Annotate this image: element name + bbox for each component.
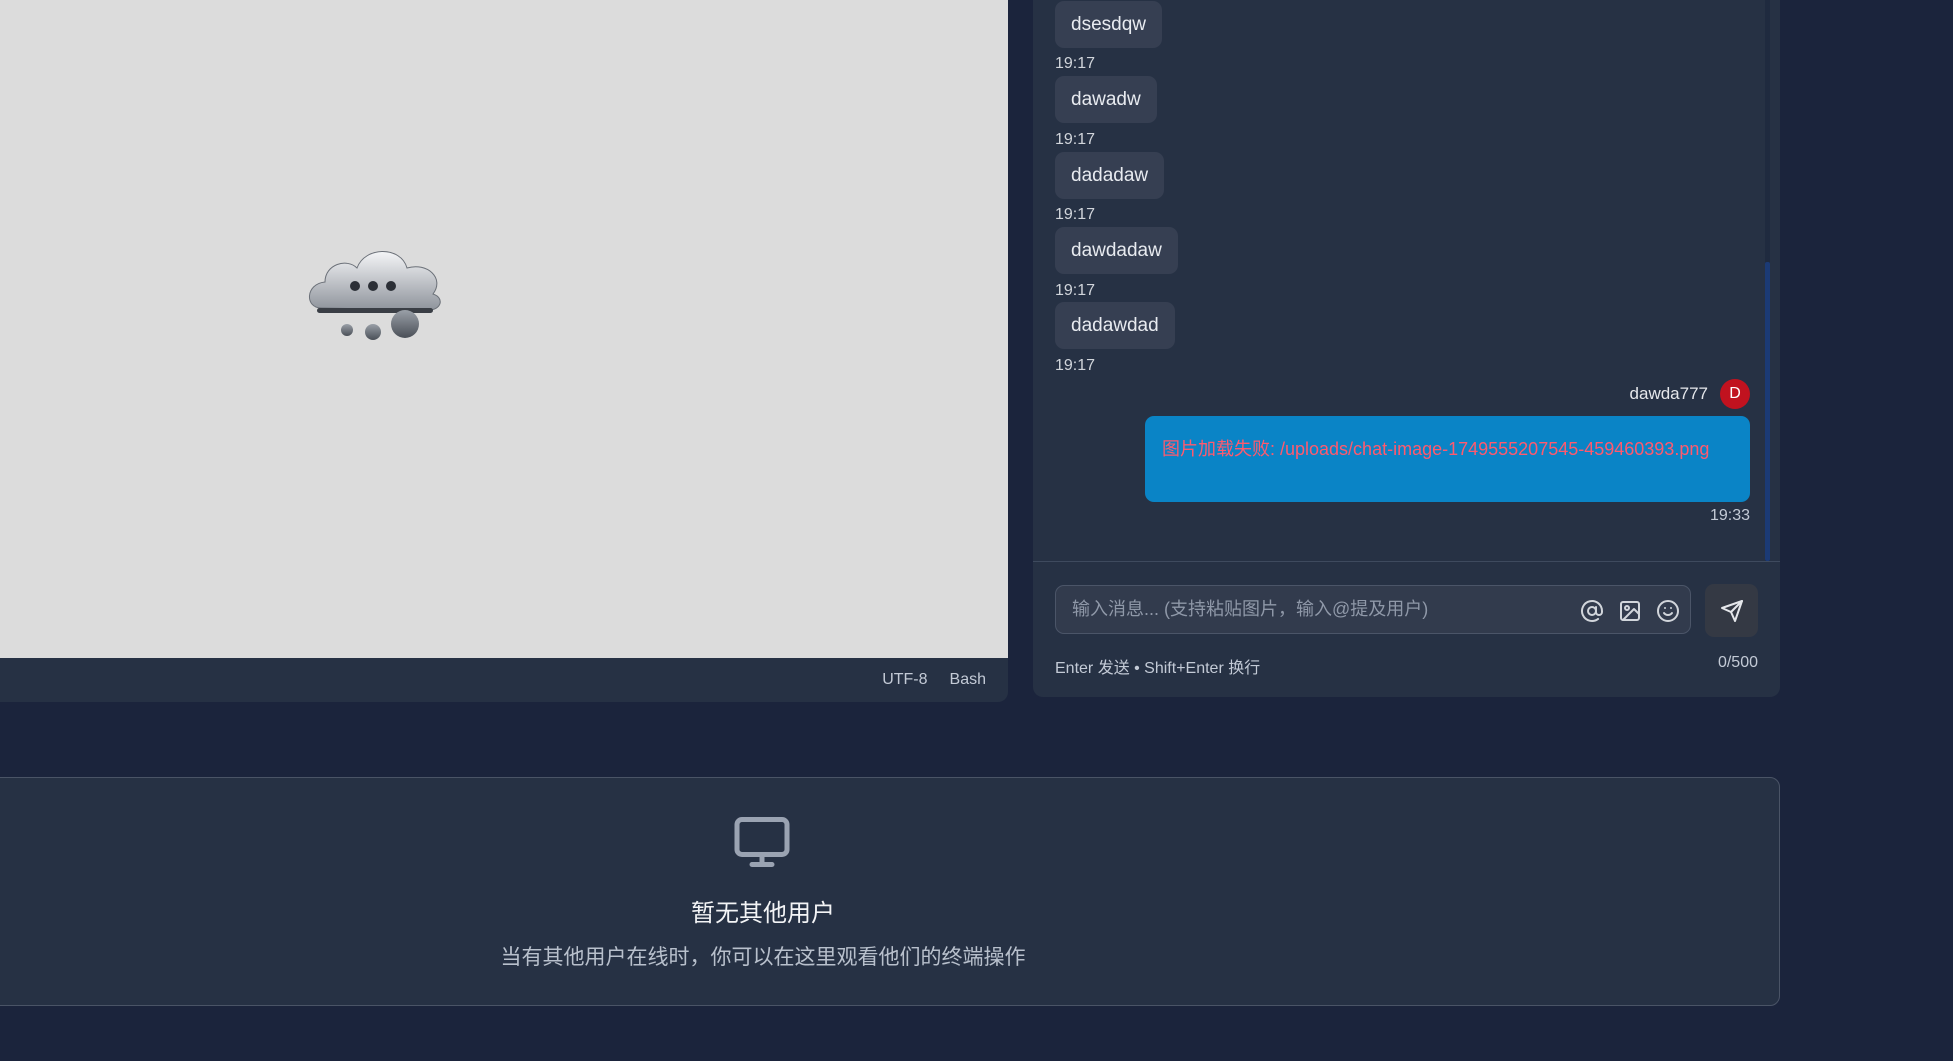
message-bubble: dadawdad — [1055, 302, 1175, 349]
cloud-thinking-icon — [309, 251, 441, 340]
message-time: 19:17 — [1055, 357, 1096, 374]
terminal-panel: UTF-8 Bash — [0, 0, 1008, 702]
message-time: 19:17 — [1055, 131, 1096, 148]
message-bubble: dsesdqw — [1055, 1, 1162, 48]
input-hint: Enter 发送 • Shift+Enter 换行 — [1055, 660, 1261, 677]
other-users-panel: 暂无其他用户 当有其他用户在线时，你可以在这里观看他们的终端操作 — [0, 777, 1780, 1006]
send-button[interactable] — [1705, 584, 1758, 637]
encoding-label: UTF-8 — [882, 671, 928, 688]
chat-panel: dsesdqw 19:17 dawadw 19:17 dadadaw 19:17… — [1033, 0, 1780, 697]
monitor-icon — [734, 817, 790, 867]
shell-label: Bash — [949, 671, 986, 688]
message-bubble: dawadw — [1055, 76, 1157, 123]
empty-state-description: 当有其他用户在线时，你可以在这里观看他们的终端操作 — [500, 946, 1026, 969]
message-time: 19:17 — [1055, 55, 1096, 72]
terminal-screen[interactable] — [0, 0, 1008, 658]
message-bubble: dawdadaw — [1055, 227, 1178, 274]
own-message-bubble: 图片加载失败: /uploads/chat-image-174955520754… — [1145, 416, 1750, 502]
empty-state-title: 暂无其他用户 — [691, 900, 835, 927]
avatar[interactable]: D — [1720, 379, 1750, 409]
terminal-status-bar: UTF-8 Bash — [0, 658, 1008, 702]
own-username: dawda777 — [1629, 384, 1708, 403]
image-icon[interactable] — [1618, 599, 1642, 623]
chat-scrollbar-thumb[interactable] — [1765, 262, 1770, 561]
own-message-header: dawda777 D — [1630, 379, 1750, 409]
message-input-box — [1055, 585, 1691, 634]
message-bubble: dadadaw — [1055, 152, 1165, 199]
chat-message-list[interactable]: dsesdqw 19:17 dawadw 19:17 dadadaw 19:17… — [1033, 0, 1780, 562]
smile-icon[interactable] — [1656, 599, 1680, 623]
message-input[interactable] — [1056, 586, 1556, 633]
send-icon — [1720, 599, 1743, 622]
own-message-time: 19:33 — [1709, 507, 1750, 524]
message-time: 19:17 — [1055, 282, 1096, 299]
message-time: 19:17 — [1055, 206, 1096, 223]
at-icon[interactable] — [1580, 599, 1604, 623]
character-counter: 0/500 — [1717, 654, 1758, 671]
